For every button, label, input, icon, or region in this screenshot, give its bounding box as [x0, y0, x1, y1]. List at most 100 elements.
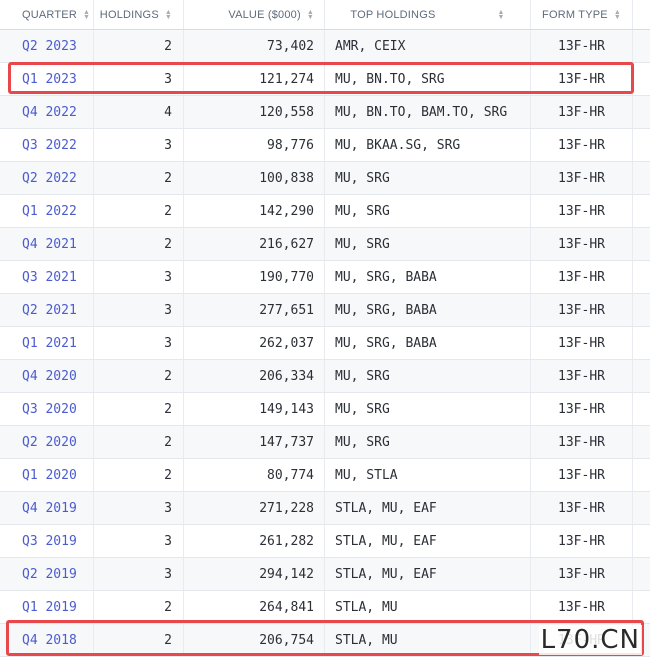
value-cell-text: 121,274	[259, 71, 314, 87]
holdings-cell-text: 3	[164, 533, 172, 549]
holdings-cell: 3	[94, 129, 184, 161]
holdings-cell-text: 2	[164, 434, 172, 450]
quarter-link[interactable]: Q2 2023	[22, 39, 77, 54]
sort-icon[interactable]: ▲ ▼	[165, 9, 172, 21]
top-holdings-cell: STLA, MU, EAF	[325, 525, 531, 557]
value-cell: 294,142	[184, 558, 325, 590]
sort-icon[interactable]: ▲ ▼	[307, 9, 314, 21]
quarter-link[interactable]: Q2 2019	[22, 567, 77, 582]
top-holdings-cell-text: STLA, MU	[335, 632, 398, 648]
value-cell: 73,402	[184, 30, 325, 62]
sort-icon[interactable]: ▲ ▼	[614, 9, 621, 21]
quarter-link[interactable]: Q1 2023	[22, 72, 77, 87]
holdings-cell: 3	[94, 558, 184, 590]
holdings-cell: 4	[94, 96, 184, 128]
table-row[interactable]: Q2 2020 2 147,737 MU, SRG 13F-HR	[0, 426, 650, 459]
form-type-cell: 13F-HR	[531, 129, 633, 161]
top-holdings-cell: MU, SRG, BABA	[325, 294, 531, 326]
table-row[interactable]: Q2 2022 2 100,838 MU, SRG 13F-HR	[0, 162, 650, 195]
form-type-cell-text: 13F-HR	[558, 467, 605, 483]
table-row[interactable]: Q1 2019 2 264,841 STLA, MU 13F-HR	[0, 591, 650, 624]
form-type-cell-text: 13F-HR	[558, 236, 605, 252]
quarter-link[interactable]: Q3 2021	[22, 270, 77, 285]
quarter-link[interactable]: Q4 2018	[22, 633, 77, 648]
form-type-cell-text: 13F-HR	[558, 599, 605, 615]
table-row[interactable]: Q2 2021 3 277,651 MU, SRG, BABA 13F-HR	[0, 294, 650, 327]
holdings-cell-text: 2	[164, 401, 172, 417]
table-row[interactable]: Q4 2019 3 271,228 STLA, MU, EAF 13F-HR	[0, 492, 650, 525]
column-header-label: VALUE ($000)	[228, 8, 301, 21]
value-cell-text: 216,627	[259, 236, 314, 252]
form-type-cell: 13F-HR	[531, 426, 633, 458]
table-row[interactable]: Q4 2021 2 216,627 MU, SRG 13F-HR	[0, 228, 650, 261]
quarter-link[interactable]: Q2 2020	[22, 435, 77, 450]
table-row[interactable]: Q4 2020 2 206,334 MU, SRG 13F-HR	[0, 360, 650, 393]
column-header-value[interactable]: VALUE ($000) ▲ ▼	[184, 0, 325, 29]
extra-cell	[633, 96, 650, 128]
form-type-cell: 13F-HR	[531, 327, 633, 359]
form-type-cell: 13F-HR	[531, 96, 633, 128]
table-row[interactable]: Q2 2023 2 73,402 AMR, CEIX 13F-HR	[0, 30, 650, 63]
holdings-cell-text: 3	[164, 71, 172, 87]
holdings-cell-text: 2	[164, 368, 172, 384]
table-row[interactable]: Q3 2021 3 190,770 MU, SRG, BABA 13F-HR	[0, 261, 650, 294]
column-header-top-holdings[interactable]: TOP HOLDINGS ▲ ▼	[325, 0, 531, 29]
extra-cell	[633, 525, 650, 557]
form-type-cell: 13F-HR	[531, 228, 633, 260]
table-row[interactable]: Q3 2019 3 261,282 STLA, MU, EAF 13F-HR	[0, 525, 650, 558]
value-cell: 190,770	[184, 261, 325, 293]
quarter-link[interactable]: Q1 2020	[22, 468, 77, 483]
holdings-cell: 2	[94, 162, 184, 194]
quarter-link[interactable]: Q1 2021	[22, 336, 77, 351]
quarter-link[interactable]: Q4 2019	[22, 501, 77, 516]
form-type-cell-text: 13F-HR	[558, 335, 605, 351]
quarter-link[interactable]: Q2 2021	[22, 303, 77, 318]
form-type-cell: 13F-HR	[531, 195, 633, 227]
quarter-link[interactable]: Q4 2022	[22, 105, 77, 120]
top-holdings-cell: MU, BKAA.SG, SRG	[325, 129, 531, 161]
form-type-cell-text: 13F-HR	[558, 533, 605, 549]
table-row[interactable]: Q3 2020 2 149,143 MU, SRG 13F-HR	[0, 393, 650, 426]
table-row[interactable]: Q1 2020 2 80,774 MU, STLA 13F-HR	[0, 459, 650, 492]
top-holdings-cell-text: MU, SRG	[335, 434, 390, 450]
extra-cell	[633, 129, 650, 161]
quarter-link[interactable]: Q3 2022	[22, 138, 77, 153]
value-cell-text: 142,290	[259, 203, 314, 219]
quarter-link[interactable]: Q1 2022	[22, 204, 77, 219]
extra-cell	[633, 63, 650, 95]
top-holdings-cell: MU, SRG	[325, 228, 531, 260]
top-holdings-cell-text: MU, BN.TO, SRG	[335, 71, 445, 87]
quarter-cell: Q3 2021	[0, 261, 94, 293]
table-row[interactable]: Q1 2021 3 262,037 MU, SRG, BABA 13F-HR	[0, 327, 650, 360]
column-header-form-type[interactable]: FORM TYPE ▲ ▼	[531, 0, 633, 29]
quarter-cell: Q2 2022	[0, 162, 94, 194]
holdings-cell-text: 2	[164, 632, 172, 648]
table-row[interactable]: Q1 2022 2 142,290 MU, SRG 13F-HR	[0, 195, 650, 228]
sort-icon[interactable]: ▲ ▼	[498, 9, 505, 21]
holdings-cell: 3	[94, 294, 184, 326]
top-holdings-cell-text: MU, SRG	[335, 203, 390, 219]
value-cell: 121,274	[184, 63, 325, 95]
quarter-link[interactable]: Q3 2020	[22, 402, 77, 417]
quarter-cell: Q2 2020	[0, 426, 94, 458]
quarter-link[interactable]: Q2 2022	[22, 171, 77, 186]
quarter-link[interactable]: Q4 2020	[22, 369, 77, 384]
top-holdings-cell: AMR, CEIX	[325, 30, 531, 62]
quarter-link[interactable]: Q3 2019	[22, 534, 77, 549]
table-row[interactable]: Q3 2022 3 98,776 MU, BKAA.SG, SRG 13F-HR	[0, 129, 650, 162]
holdings-cell-text: 3	[164, 566, 172, 582]
table-row[interactable]: Q2 2019 3 294,142 STLA, MU, EAF 13F-HR	[0, 558, 650, 591]
holdings-cell: 2	[94, 360, 184, 392]
table-row[interactable]: Q1 2023 3 121,274 MU, BN.TO, SRG 13F-HR	[0, 63, 650, 96]
holdings-cell: 2	[94, 459, 184, 491]
quarter-cell: Q4 2018	[0, 624, 94, 656]
value-cell: 142,290	[184, 195, 325, 227]
top-holdings-cell: STLA, MU	[325, 591, 531, 623]
table-row[interactable]: Q4 2022 4 120,558 MU, BN.TO, BAM.TO, SRG 13F…	[0, 96, 650, 129]
sort-icon[interactable]: ▲ ▼	[83, 9, 90, 21]
quarter-link[interactable]: Q4 2021	[22, 237, 77, 252]
column-header-holdings[interactable]: HOLDINGS ▲ ▼	[94, 0, 184, 29]
value-cell: 100,838	[184, 162, 325, 194]
column-header-quarter[interactable]: QUARTER ▲ ▼	[0, 0, 94, 29]
quarter-link[interactable]: Q1 2019	[22, 600, 77, 615]
